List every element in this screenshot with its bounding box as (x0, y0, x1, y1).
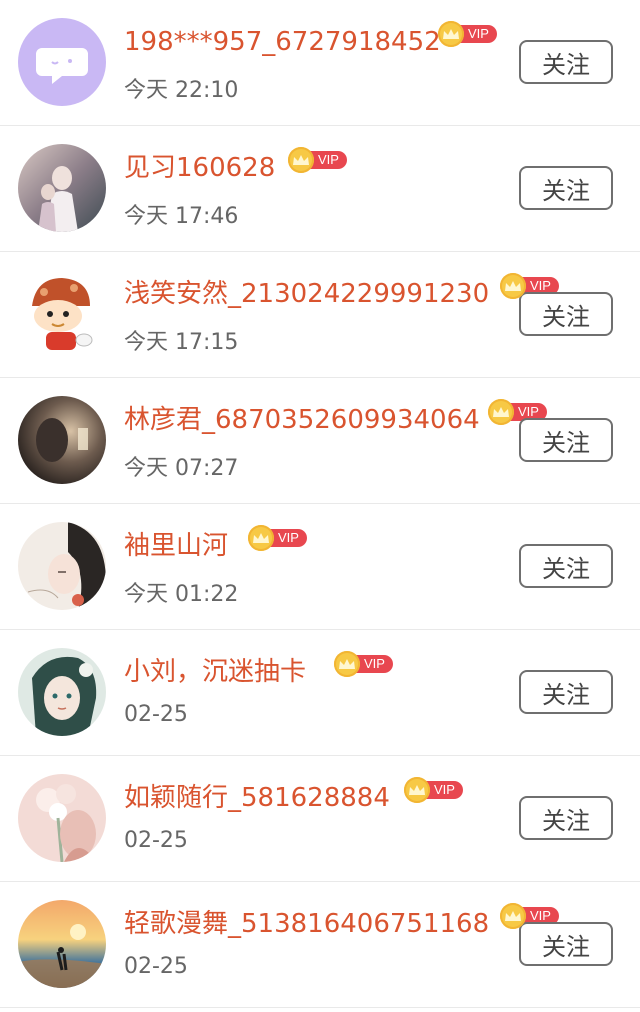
list-item[interactable]: 小刘，沉迷抽卡 VIP 02-25 关注 (0, 630, 640, 756)
cartoon-character-icon (18, 270, 106, 358)
avatar[interactable] (18, 774, 106, 862)
vip-badge: VIP (438, 21, 497, 47)
avatar[interactable] (18, 648, 106, 736)
crown-icon (334, 651, 360, 677)
list-item[interactable]: 林彦君_6870352609934064 VIP 今天 07:27 关注 (0, 378, 640, 504)
crown-icon (488, 399, 514, 425)
crown-icon (438, 21, 464, 47)
crown-icon (500, 273, 526, 299)
username[interactable]: 林彦君_6870352609934064 (124, 402, 480, 438)
follow-button[interactable]: 关注 (519, 40, 613, 84)
follow-time: 今天 17:15 (124, 330, 239, 355)
avatar[interactable] (18, 144, 106, 232)
follow-time: 今天 17:46 (124, 204, 239, 229)
chat-bubble-icon (18, 18, 106, 106)
photo-icon (18, 396, 106, 484)
follow-button[interactable]: 关注 (519, 544, 613, 588)
illustration-icon (18, 774, 106, 862)
illustration-icon (18, 522, 106, 610)
follow-time: 今天 01:22 (124, 582, 239, 607)
list-item[interactable]: 如颖随行_581628884 VIP 02-25 关注 (0, 756, 640, 882)
photo-icon (18, 144, 106, 232)
username[interactable]: 如颖随行_581628884 (124, 780, 390, 816)
username[interactable]: 见习160628 (124, 150, 275, 186)
vip-badge: VIP (288, 147, 347, 173)
vip-badge: VIP (248, 525, 307, 551)
avatar[interactable] (18, 900, 106, 988)
avatar[interactable] (18, 270, 106, 358)
crown-icon (248, 525, 274, 551)
follow-button[interactable]: 关注 (519, 418, 613, 462)
crown-icon (288, 147, 314, 173)
username[interactable]: 浅笑安然_213024229991230 (124, 276, 489, 312)
list-item[interactable]: 轻歌漫舞_513816406751168 VIP 02-25 关注 (0, 882, 640, 1008)
follow-button[interactable]: 关注 (519, 166, 613, 210)
vip-badge: VIP (404, 777, 463, 803)
crown-icon (500, 903, 526, 929)
list-item[interactable]: 袖里山河 VIP 今天 01:22 关注 (0, 504, 640, 630)
username[interactable]: 袖里山河 (124, 528, 228, 564)
avatar[interactable] (18, 18, 106, 106)
vip-badge: VIP (334, 651, 393, 677)
list-item[interactable]: 浅笑安然_213024229991230 VIP 今天 17:15 关注 (0, 252, 640, 378)
username[interactable]: 小刘，沉迷抽卡 (124, 654, 306, 690)
follow-time: 02-25 (124, 702, 188, 727)
follow-time: 今天 07:27 (124, 456, 239, 481)
photo-icon (18, 900, 106, 988)
crown-icon (404, 777, 430, 803)
follow-button[interactable]: 关注 (519, 922, 613, 966)
illustration-icon (18, 648, 106, 736)
follow-button[interactable]: 关注 (519, 670, 613, 714)
follow-time: 02-25 (124, 828, 188, 853)
follow-button[interactable]: 关注 (519, 292, 613, 336)
follow-button[interactable]: 关注 (519, 796, 613, 840)
avatar[interactable] (18, 396, 106, 484)
list-item[interactable]: 见习160628 VIP 今天 17:46 关注 (0, 126, 640, 252)
list-item[interactable]: 198***957_6727918452 VIP 今天 22:10 关注 (0, 0, 640, 126)
follow-time: 02-25 (124, 954, 188, 979)
username[interactable]: 198***957_6727918452 (124, 24, 441, 60)
avatar[interactable] (18, 522, 106, 610)
follow-time: 今天 22:10 (124, 78, 239, 103)
username[interactable]: 轻歌漫舞_513816406751168 (124, 906, 489, 942)
follower-list: 198***957_6727918452 VIP 今天 22:10 关注 见习1… (0, 0, 640, 1008)
